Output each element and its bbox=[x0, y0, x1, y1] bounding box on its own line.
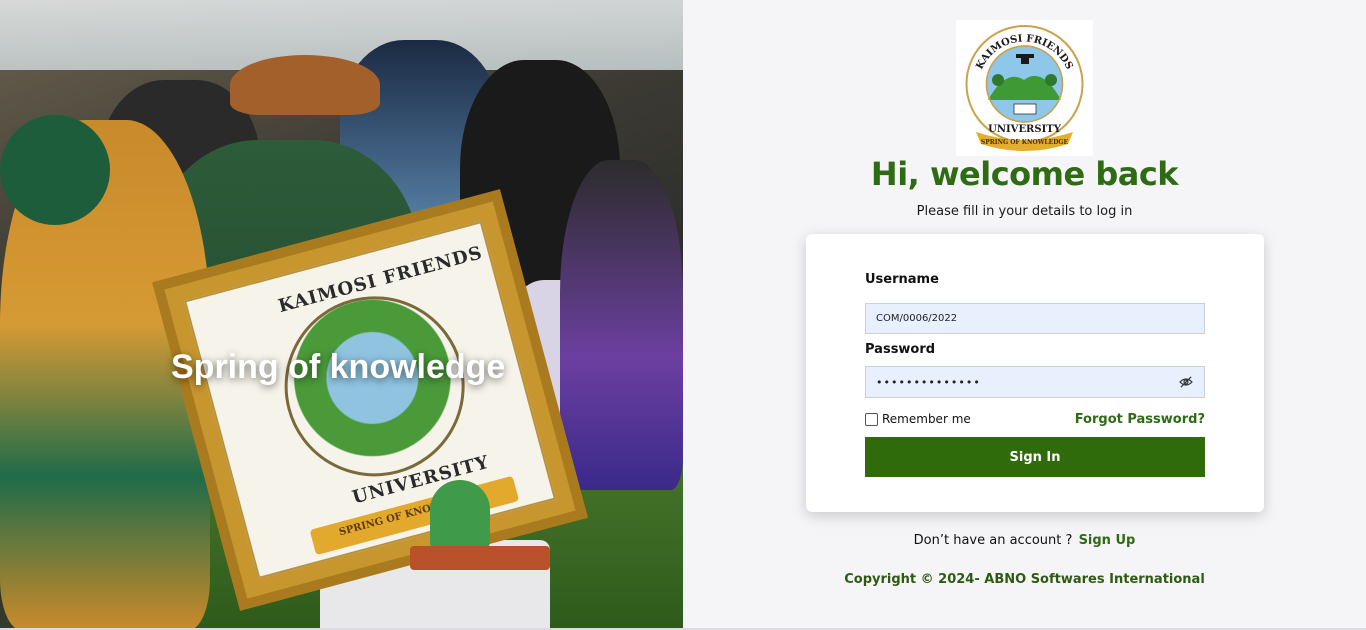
password-label: Password bbox=[865, 342, 936, 357]
sign-up-link[interactable]: Sign Up bbox=[1079, 533, 1136, 548]
password-value: •••••••••••••• bbox=[876, 375, 981, 389]
password-input[interactable]: •••••••••••••• bbox=[865, 366, 1205, 398]
page-subtitle: Please fill in your details to log in bbox=[916, 204, 1133, 219]
copyright-text: Copyright © 2024- ABNO Softwares Interna… bbox=[844, 572, 1205, 587]
hero-person bbox=[560, 160, 683, 490]
username-input[interactable]: COM/0006/2022 bbox=[865, 303, 1205, 334]
logo-text-bottom: UNIVERSITY bbox=[988, 124, 1062, 135]
hero-stamp bbox=[410, 480, 550, 570]
username-label: Username bbox=[865, 272, 939, 287]
hero-image: KAIMOSI FRIENDS UNIVERSITY SPRING OF KNO… bbox=[0, 0, 683, 628]
signup-question: Don’t have an account ? bbox=[913, 533, 1073, 548]
remember-me[interactable]: Remember me bbox=[865, 412, 971, 426]
signup-prompt: Don’t have an account ? Sign Up bbox=[683, 533, 1366, 548]
username-value: COM/0006/2022 bbox=[876, 313, 958, 324]
login-card: Username COM/0006/2022 Password ••••••••… bbox=[806, 234, 1264, 512]
university-logo: KAIMOSI FRIENDS SPRING OF KNOWLEDGE UNIV… bbox=[956, 20, 1093, 156]
login-panel: KAIMOSI FRIENDS SPRING OF KNOWLEDGE UNIV… bbox=[683, 0, 1366, 628]
page-title: Hi, welcome back bbox=[870, 155, 1179, 193]
hero-hat bbox=[0, 115, 110, 225]
forgot-password-link[interactable]: Forgot Password? bbox=[1075, 412, 1205, 427]
remember-me-label: Remember me bbox=[882, 412, 971, 426]
sign-in-button[interactable]: Sign In bbox=[865, 437, 1205, 477]
hero-tagline: Spring of knowledge bbox=[171, 348, 506, 386]
logo-ribbon-text: SPRING OF KNOWLEDGE bbox=[981, 139, 1069, 146]
university-logo-icon: KAIMOSI FRIENDS SPRING OF KNOWLEDGE UNIV… bbox=[965, 25, 1084, 151]
eye-slash-icon[interactable] bbox=[1179, 376, 1193, 388]
remember-me-checkbox[interactable] bbox=[865, 412, 878, 426]
hero-cap bbox=[230, 55, 380, 115]
